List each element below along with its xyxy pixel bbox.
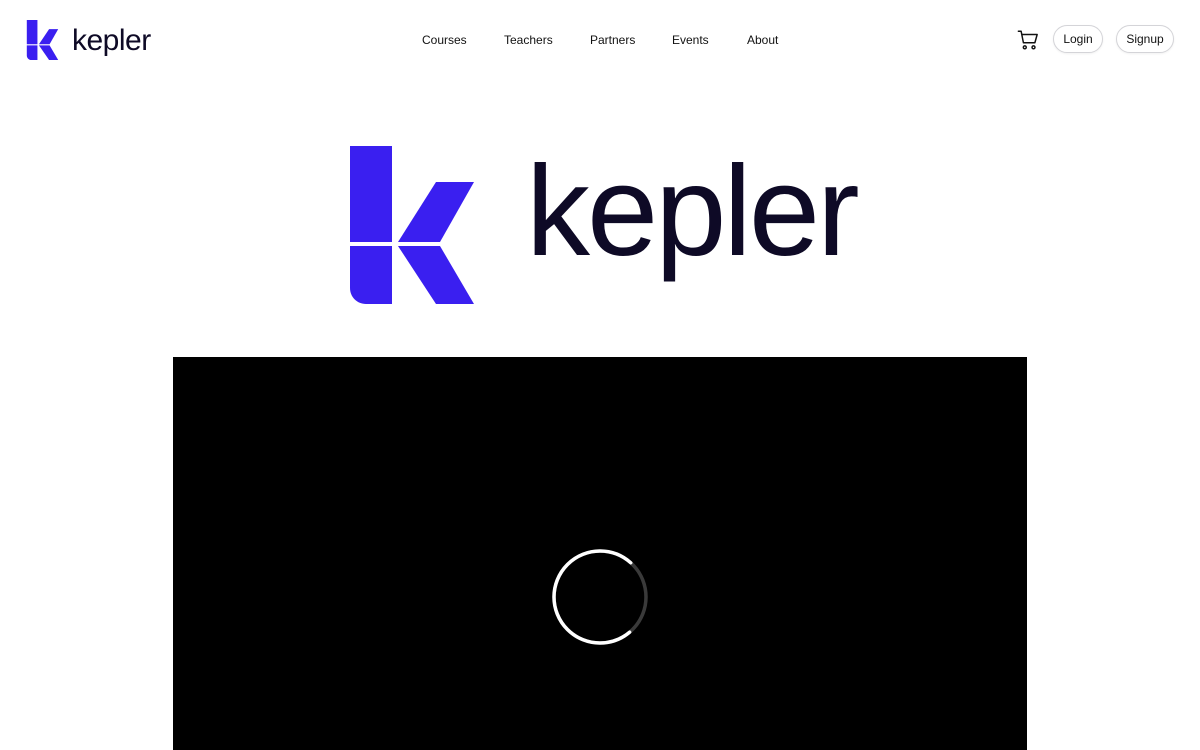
video-player[interactable] — [173, 357, 1027, 750]
site-header: kepler Courses Teachers Partners Events … — [0, 0, 1200, 80]
login-button[interactable]: Login — [1053, 25, 1103, 53]
nav-item-partners[interactable]: Partners — [590, 32, 635, 48]
shopping-cart-icon[interactable] — [1017, 29, 1039, 51]
signup-button[interactable]: Signup — [1116, 25, 1174, 53]
nav-item-events[interactable]: Events — [672, 32, 709, 48]
loading-spinner-icon — [552, 549, 648, 645]
kepler-hero-mark-icon — [350, 146, 474, 304]
nav-item-teachers[interactable]: Teachers — [504, 32, 553, 48]
nav-item-courses[interactable]: Courses — [422, 32, 467, 48]
hero-wordmark: kepler — [526, 140, 860, 283]
hero-logo: kepler — [350, 140, 870, 306]
nav-item-about[interactable]: About — [747, 32, 778, 48]
